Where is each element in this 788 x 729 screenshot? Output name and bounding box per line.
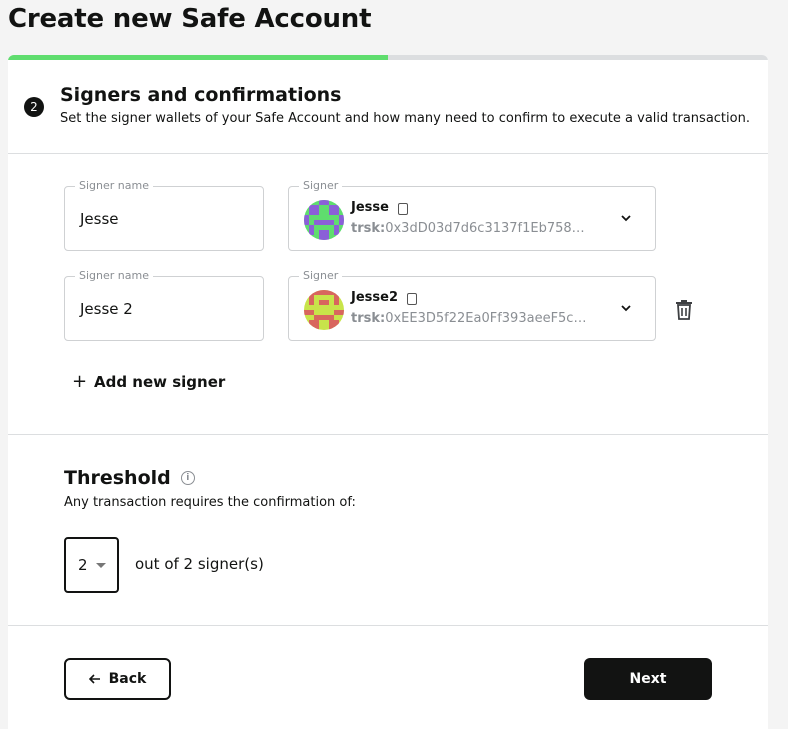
avatar: [304, 290, 344, 330]
threshold-select[interactable]: 2: [64, 537, 119, 593]
signer-select-2[interactable]: Signer Jesse2 trsk:0xEE3D5f22Ea0Ff393aee…: [288, 269, 656, 341]
signer-select-1[interactable]: Signer Jesse trsk:0x3dD03d7d6c3137f1Eb75…: [288, 179, 656, 251]
threshold-select-value: 2: [78, 556, 88, 574]
address-value: 0xEE3D5f22Ea0Ff393aeeF5cf8…: [385, 311, 591, 326]
signer-label: Signer: [299, 269, 343, 282]
chevron-down-icon[interactable]: [621, 213, 631, 223]
copy-icon[interactable]: [407, 293, 417, 305]
signer-name-label: Signer name: [75, 179, 153, 192]
address-prefix: trsk:: [351, 221, 386, 236]
chevron-down-icon[interactable]: [621, 303, 631, 313]
signer-address: trsk:0x3dD03d7d6c3137f1Eb7582b…: [351, 221, 591, 236]
divider: [8, 434, 768, 435]
next-button-label: Next: [629, 671, 667, 687]
signer-name-value: Jesse 2: [80, 300, 133, 318]
signer-wallet-name: Jesse: [351, 200, 389, 215]
next-button[interactable]: Next: [584, 658, 712, 700]
divider: [8, 625, 768, 626]
threshold-subtitle: Any transaction requires the confirmatio…: [64, 495, 356, 510]
threshold-title-text: Threshold: [64, 467, 171, 489]
add-signer-button[interactable]: + Add new signer: [72, 371, 225, 392]
address-value: 0x3dD03d7d6c3137f1Eb7582b…: [385, 221, 591, 236]
plus-icon: +: [72, 371, 88, 392]
signer-wallet-name: Jesse2: [351, 290, 398, 305]
threshold-suffix: out of 2 signer(s): [135, 555, 264, 573]
progress-track: [8, 55, 768, 60]
back-button[interactable]: Back: [64, 658, 171, 700]
add-signer-label: Add new signer: [94, 372, 226, 391]
signer-name-label: Signer name: [75, 269, 153, 282]
page-title: Create new Safe Account: [8, 4, 372, 34]
arrow-left-icon: [88, 674, 100, 684]
copy-icon[interactable]: [398, 203, 408, 215]
address-prefix: trsk:: [351, 311, 386, 326]
signer-address: trsk:0xEE3D5f22Ea0Ff393aeeF5cf8…: [351, 311, 591, 326]
create-safe-card: 2 Signers and confirmations Set the sign…: [8, 55, 768, 729]
progress-fill: [8, 55, 388, 60]
section-subtitle: Set the signer wallets of your Safe Acco…: [60, 111, 750, 126]
avatar: [304, 200, 344, 240]
step-badge: 2: [24, 97, 44, 117]
divider: [8, 153, 768, 154]
signer-name-input-1[interactable]: Signer name Jesse: [64, 179, 264, 251]
trash-icon[interactable]: [674, 298, 694, 320]
info-icon[interactable]: i: [180, 471, 195, 485]
signer-name-input-2[interactable]: Signer name Jesse 2: [64, 269, 264, 341]
back-button-label: Back: [108, 671, 147, 687]
signer-label: Signer: [299, 179, 343, 192]
signer-name-value: Jesse: [80, 210, 119, 228]
caret-down-icon: [96, 563, 106, 568]
threshold-title: Threshold i: [64, 467, 195, 489]
section-title: Signers and confirmations: [60, 84, 342, 106]
